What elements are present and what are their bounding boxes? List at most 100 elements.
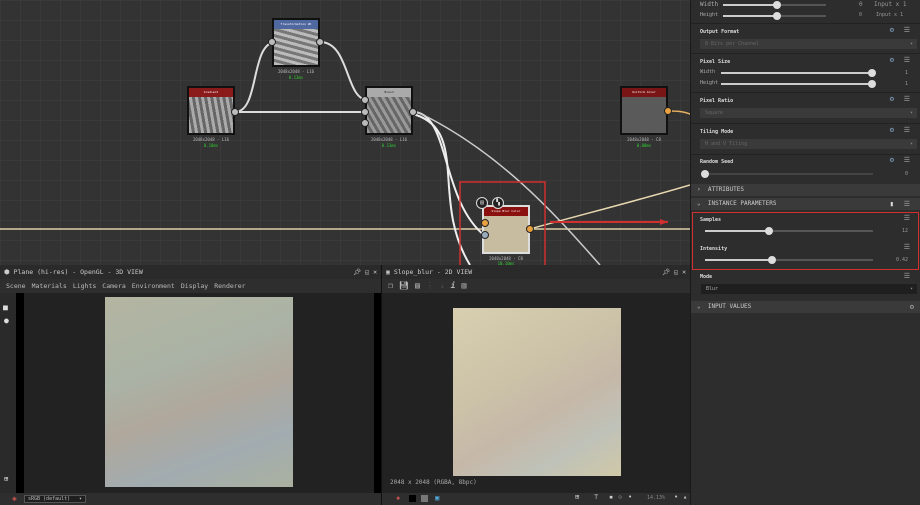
- options-icon[interactable]: ☰: [904, 200, 910, 208]
- save-icon[interactable]: 💾︎: [399, 281, 409, 290]
- menu-renderer[interactable]: Renderer: [214, 282, 245, 290]
- hierarchy-icon[interactable]: ⊞: [4, 475, 8, 483]
- menu-scene[interactable]: Scene: [6, 282, 26, 290]
- expose-icon[interactable]: ⚙: [890, 26, 894, 34]
- zoom-in-icon[interactable]: •: [674, 493, 678, 501]
- attributes-section[interactable]: › ATTRIBUTES: [691, 184, 920, 196]
- zoom-level[interactable]: 14.13%: [647, 495, 665, 501]
- width-slider[interactable]: [723, 1, 826, 9]
- options-icon[interactable]: ☰: [904, 156, 910, 164]
- node-transformation[interactable]: Transformation 2D: [272, 18, 320, 67]
- width-mode: Input x 1: [874, 1, 907, 8]
- output-port[interactable]: [316, 38, 324, 46]
- node-title: Slope Blur Color: [484, 207, 528, 216]
- float-icon[interactable]: ◱: [674, 268, 678, 276]
- pixel-ratio-dropdown[interactable]: Square: [700, 108, 917, 118]
- node-blend[interactable]: Blend: [365, 86, 413, 135]
- input-port[interactable]: [361, 108, 369, 116]
- options-icon[interactable]: ☰: [904, 56, 910, 64]
- camera-icon[interactable]: ■: [3, 303, 16, 312]
- expose-icon[interactable]: ⚙: [890, 56, 894, 64]
- status-bar: ◈ sRGB (default) ▾: [0, 493, 381, 505]
- input-port[interactable]: [361, 96, 369, 104]
- output-port[interactable]: [526, 225, 534, 233]
- expose-icon[interactable]: ⚙: [890, 126, 894, 134]
- input-port[interactable]: [481, 219, 489, 227]
- tiling-icon[interactable]: ⊤: [594, 493, 598, 501]
- options-icon[interactable]: ☰: [904, 126, 910, 134]
- paste-icon[interactable]: ▤: [415, 281, 420, 290]
- output-format-dropdown[interactable]: 8 Bits per Channel: [700, 39, 917, 49]
- intensity-value: 0.42: [895, 257, 908, 263]
- zoom-out-icon[interactable]: •: [628, 493, 632, 501]
- image-info: 2048 x 2048 (RGBA, 8bpc): [390, 479, 477, 486]
- options-icon[interactable]: ☰: [904, 26, 910, 34]
- expose-icon[interactable]: ⚙: [890, 95, 894, 103]
- output-port[interactable]: [664, 107, 672, 115]
- colorspace-icon[interactable]: ◈: [396, 494, 400, 502]
- grey-bg-button[interactable]: [421, 495, 428, 502]
- 2d-view-panel: ▣ Slope_blur - 2D VIEW 📌︎ ◱ ✕ ❐ 💾︎ ▤ ⋮ ⇣ i ▥ 2…: [381, 265, 690, 505]
- menu-display[interactable]: Display: [181, 282, 208, 290]
- input-port[interactable]: [481, 231, 489, 239]
- float-icon[interactable]: ◱: [365, 268, 369, 276]
- display-icon[interactable]: ▣: [435, 494, 439, 502]
- samples-slider[interactable]: [705, 227, 873, 235]
- copy-icon[interactable]: ❐: [388, 281, 393, 290]
- node-graph[interactable]: Gradient 2048x2048 - L16 0.10ms Transfor…: [0, 0, 690, 266]
- menu-environment[interactable]: Environment: [132, 282, 175, 290]
- intensity-label: Intensity: [700, 246, 728, 252]
- node-slope-blur[interactable]: Slope Blur Color: [482, 205, 530, 254]
- channel-icon[interactable]: ⋮: [426, 281, 434, 290]
- grid-icon[interactable]: ⊞: [575, 493, 579, 501]
- histogram-icon[interactable]: ▥: [461, 281, 466, 290]
- node-thumbnail: [622, 97, 666, 133]
- intensity-slider[interactable]: [705, 256, 873, 264]
- mode-dropdown[interactable]: Blur: [701, 284, 917, 294]
- pan-icon[interactable]: ✣: [618, 493, 622, 501]
- menu-materials[interactable]: Materials: [32, 282, 67, 290]
- info-icon[interactable]: i: [451, 281, 456, 290]
- close-icon[interactable]: ✕: [682, 268, 686, 276]
- pixel-height-slider[interactable]: [721, 80, 876, 88]
- light-icon[interactable]: ●: [4, 316, 16, 325]
- close-icon[interactable]: ✕: [373, 268, 377, 276]
- panel-title: Slope_blur - 2D VIEW: [393, 268, 473, 276]
- expose-icon[interactable]: ⚙: [890, 156, 894, 164]
- checker-icon[interactable]: ▚: [492, 197, 504, 209]
- options-icon[interactable]: ☰: [904, 243, 910, 251]
- preset-icon[interactable]: ▮: [890, 200, 894, 208]
- options-icon[interactable]: ☰: [904, 272, 910, 280]
- input-values-section[interactable]: ⌄ INPUT VALUES: [691, 301, 920, 313]
- document-icon[interactable]: ▤: [476, 197, 488, 209]
- pin-icon[interactable]: 📌︎: [353, 268, 361, 276]
- menu-camera[interactable]: Camera: [102, 282, 125, 290]
- image-icon: ▣: [386, 268, 390, 276]
- lock-icon[interactable]: ▴: [683, 493, 687, 501]
- node-gradient[interactable]: Gradient: [187, 86, 235, 135]
- node-uniform-color[interactable]: Uniform Color: [620, 86, 668, 135]
- arrow-icon[interactable]: ⇣: [440, 281, 445, 290]
- colorspace-dropdown[interactable]: sRGB (default) ▾: [24, 495, 86, 503]
- pin-icon[interactable]: 📌︎: [662, 268, 670, 276]
- random-seed-slider[interactable]: [701, 170, 873, 178]
- output-port[interactable]: [409, 108, 417, 116]
- 2d-viewport[interactable]: [453, 308, 621, 476]
- pixel-ratio-label: Pixel Ratio: [700, 98, 734, 104]
- input-port[interactable]: [268, 38, 276, 46]
- menu-lights[interactable]: Lights: [73, 282, 96, 290]
- gear-icon[interactable]: ⚙: [910, 303, 914, 311]
- height-value: 0: [859, 12, 863, 18]
- options-icon[interactable]: ☰: [904, 214, 910, 222]
- instance-parameters-section[interactable]: ⌄ INSTANCE PARAMETERS: [691, 198, 920, 210]
- output-port[interactable]: [231, 108, 239, 116]
- node-time: 0.13ms: [288, 75, 304, 80]
- options-icon[interactable]: ☰: [904, 95, 910, 103]
- pixel-width-slider[interactable]: [721, 69, 876, 77]
- tiling-mode-dropdown[interactable]: H and V Tiling: [700, 139, 917, 149]
- fit-icon[interactable]: ▪: [609, 493, 613, 501]
- input-port[interactable]: [361, 119, 369, 127]
- black-bg-button[interactable]: [409, 495, 416, 502]
- height-slider[interactable]: [723, 12, 826, 20]
- 3d-viewport[interactable]: [105, 297, 293, 487]
